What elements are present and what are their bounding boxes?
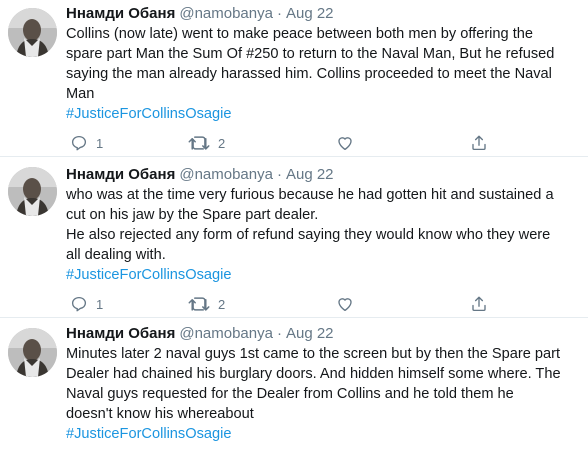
reply-button[interactable]: 1 (70, 292, 103, 316)
author-handle[interactable]: @namobanya (179, 166, 273, 183)
tweet-text-line: Dealer had chained his burglary doors. A… (66, 366, 561, 382)
share-button[interactable] (470, 292, 488, 316)
avatar-photo-icon (8, 328, 57, 377)
tweet-header: Ннамди Обаня @namobanya · Aug 22 (66, 165, 581, 185)
hashtag-link[interactable]: #JusticeForCollinsOsagie (66, 265, 581, 285)
author-name[interactable]: Ннамди Обаня (66, 5, 175, 22)
share-button[interactable] (470, 131, 488, 155)
tweet-text-line: He also rejected any form of refund sayi… (66, 227, 551, 243)
heart-icon (338, 298, 352, 312)
tweet[interactable]: Ннамди Обаня @namobanya · Aug 22 Minutes la… (0, 318, 588, 457)
reply-count: 1 (96, 296, 104, 312)
tweet[interactable]: Ннамди Обаня @namobanya · Aug 22 who was at… (0, 157, 588, 318)
author-handle[interactable]: @namobanya (179, 325, 273, 342)
tweet-text-line: Naval guys requested for the Dealer from… (66, 386, 514, 402)
tweet-date[interactable]: Aug 22 (286, 5, 334, 22)
tweet-date[interactable]: Aug 22 (286, 325, 334, 342)
avatar[interactable] (8, 328, 57, 377)
tweet-text-line: Collins (now late) went to make peace be… (66, 26, 533, 42)
retweet-count: 2 (218, 296, 226, 312)
author-name[interactable]: Ннамди Обаня (66, 325, 175, 342)
avatar[interactable] (8, 8, 57, 57)
reply-icon (71, 135, 87, 151)
avatar[interactable] (8, 167, 57, 216)
heart-icon (338, 137, 352, 151)
tweet-text-line: Minutes later 2 naval guys 1st came to t… (66, 346, 561, 362)
tweet-text-line: all dealing with. (66, 247, 166, 263)
retweet-icon (188, 136, 210, 150)
tweet[interactable]: Ннамди Обаня @namobanya · Aug 22 Collins (n… (0, 0, 588, 157)
tweet-header: Ннамди Обаня @namobanya · Aug 22 (66, 324, 581, 344)
tweet-text-line: Man (66, 86, 95, 102)
tweet-text: Collins (now late) went to make peace be… (66, 24, 581, 124)
tweet-date[interactable]: Aug 22 (286, 166, 334, 183)
tweet-actions: 1 2 (66, 292, 581, 316)
tweet-actions: 1 2 (66, 131, 581, 155)
retweet-count: 2 (218, 135, 226, 151)
avatar-photo-icon (8, 8, 57, 57)
hashtag-link[interactable]: #JusticeForCollinsOsagie (66, 104, 581, 124)
like-button[interactable] (336, 292, 354, 316)
reply-button[interactable]: 1 (70, 131, 103, 155)
share-icon (472, 296, 486, 312)
author-name[interactable]: Ннамди Обаня (66, 166, 175, 183)
reply-count: 1 (96, 135, 104, 151)
reply-icon (71, 296, 87, 312)
author-handle[interactable]: @namobanya (179, 5, 273, 22)
retweet-icon (188, 297, 210, 311)
retweet-button[interactable]: 2 (188, 131, 225, 155)
tweet-text-line: doesn't know his whereabout (66, 406, 254, 422)
avatar-photo-icon (8, 167, 57, 216)
tweet-text: who was at the time very furious because… (66, 185, 581, 285)
tweet-thread: Ннамди Обаня @namobanya · Aug 22 Collins (n… (0, 0, 588, 457)
tweet-text-line: cut on his jaw by the Spare part dealer. (66, 207, 319, 223)
header-separator: · (276, 5, 282, 22)
share-icon (472, 135, 486, 151)
tweet-text-line: who was at the time very furious because… (66, 187, 554, 203)
header-separator: · (276, 166, 282, 183)
header-separator: · (276, 325, 282, 342)
like-button[interactable] (336, 131, 354, 155)
tweet-text-line: saying the man already harassed him. Col… (66, 66, 552, 82)
hashtag-link[interactable]: #JusticeForCollinsOsagie (66, 424, 581, 444)
tweet-header: Ннамди Обаня @namobanya · Aug 22 (66, 4, 581, 24)
tweet-text: Minutes later 2 naval guys 1st came to t… (66, 344, 581, 444)
tweet-text-line: spare part Man the Sum Of #250 to return… (66, 46, 555, 62)
retweet-button[interactable]: 2 (188, 292, 225, 316)
